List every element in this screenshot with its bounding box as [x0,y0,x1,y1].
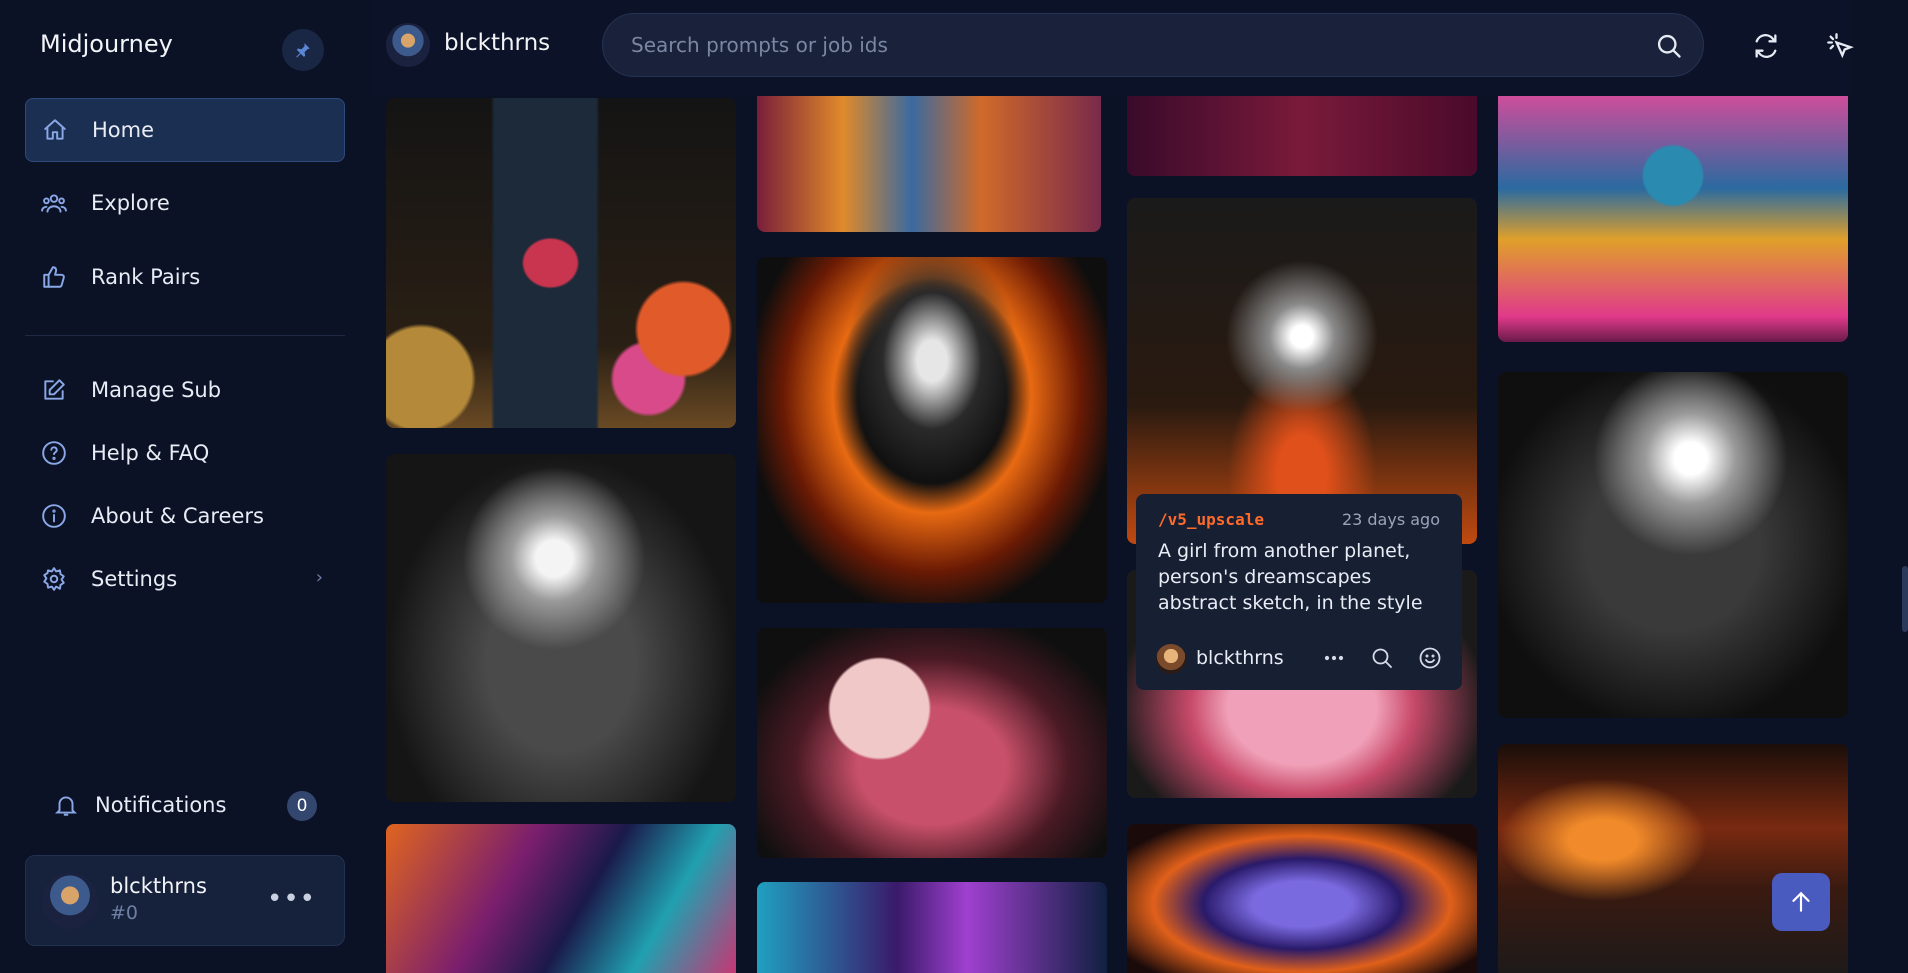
nav-item-label: Settings [91,567,178,591]
avatar [42,873,98,929]
nav-item-about[interactable]: About & Careers [25,484,345,548]
notifications-button[interactable]: Notifications 0 [25,781,345,829]
notifications-count-badge: 0 [287,791,317,821]
scrollbar-thumb[interactable] [1902,566,1908,632]
search-input[interactable] [631,33,1611,57]
gallery-image[interactable] [757,628,1107,858]
gallery-image[interactable] [1498,96,1848,342]
refresh-button[interactable] [1746,26,1786,66]
pin-button[interactable] [282,29,324,71]
info-icon [41,503,67,529]
people-icon [41,190,67,216]
top-bar: blckthrns [370,0,1854,96]
gallery-image[interactable] [757,257,1107,603]
gallery-image[interactable] [757,882,1107,973]
avatar[interactable] [1156,644,1186,674]
gallery-image[interactable] [386,98,736,428]
nav-item-help[interactable]: Help & FAQ [25,421,345,485]
gallery-image[interactable] [1127,824,1477,973]
gallery-image[interactable] [1127,198,1477,544]
thumbs-up-icon [41,264,67,290]
search-bar [602,13,1704,77]
nav-item-explore[interactable]: Explore [25,171,345,235]
image-gallery: /v5_upscale 23 days ago A girl from anot… [370,96,1850,973]
image-detail-card[interactable]: /v5_upscale 23 days ago A girl from anot… [1136,494,1462,690]
job-prompt: A girl from another planet, person's dre… [1158,540,1423,614]
header-username[interactable]: blckthrns [444,30,550,56]
gallery-image[interactable] [1498,372,1848,718]
nav-item-label: Home [92,118,155,142]
more-options-icon[interactable] [1320,644,1348,672]
gallery-image[interactable] [386,454,736,802]
nav-item-label: About & Careers [91,504,264,528]
nav-item-label: Help & FAQ [91,441,210,465]
user-card[interactable]: blckthrns #0 ••• [25,855,345,946]
user-name: blckthrns [110,874,207,898]
nav-item-rank-pairs[interactable]: Rank Pairs [25,245,345,309]
job-timestamp: 23 days ago [1341,510,1440,529]
sidebar: Midjourney Home Explore Rank Pairs Manag… [0,0,370,973]
arrow-up-icon [1792,891,1810,912]
notifications-label: Notifications [95,793,227,817]
search-icon[interactable] [1368,644,1396,672]
gallery-image[interactable] [1127,96,1477,176]
nav-item-settings[interactable]: Settings › [25,547,345,611]
gallery-image[interactable] [386,824,736,973]
user-tag: #0 [110,902,139,924]
theme-toggle-button[interactable] [1820,26,1860,66]
cursor-sparkle-icon [1827,33,1854,59]
nav-item-label: Explore [91,191,170,215]
gallery-image[interactable] [1498,744,1848,973]
scroll-to-top-button[interactable] [1772,873,1830,931]
emoji-react-icon[interactable] [1416,644,1444,672]
help-icon [41,440,67,466]
more-options-icon[interactable]: ••• [267,884,316,914]
gallery-image[interactable] [757,96,1101,232]
nav-item-home[interactable]: Home [25,98,345,162]
brand-logo[interactable]: Midjourney [40,30,173,58]
avatar[interactable] [386,23,430,67]
job-actions [1320,644,1444,672]
bell-icon [53,792,79,818]
home-icon [42,117,68,143]
chevron-right-icon: › [315,567,323,588]
nav-item-label: Rank Pairs [91,265,201,289]
refresh-icon [1755,34,1777,58]
nav-item-label: Manage Sub [91,378,222,402]
edit-icon [41,377,67,403]
search-icon[interactable] [1655,32,1683,60]
sidebar-divider [25,335,345,336]
job-command: /v5_upscale [1158,510,1264,529]
nav-item-manage-sub[interactable]: Manage Sub [25,358,345,422]
gear-icon [41,566,67,592]
job-author[interactable]: blckthrns [1196,647,1284,669]
app-root: Midjourney Home Explore Rank Pairs Manag… [0,0,1908,973]
pin-icon [296,43,310,58]
